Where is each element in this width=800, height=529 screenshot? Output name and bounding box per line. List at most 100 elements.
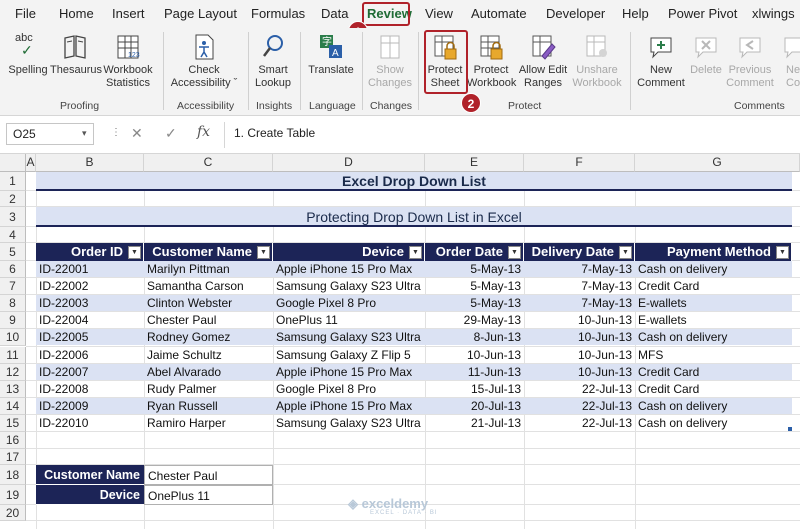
row-header-4[interactable]: 4 — [0, 226, 26, 243]
thesaurus-button[interactable]: Thesaurus — [50, 32, 102, 77]
row-header-15[interactable]: 15 — [0, 414, 26, 432]
tab-view[interactable]: View — [425, 6, 453, 21]
table-cell[interactable]: E-wallets — [635, 295, 792, 312]
table-cell[interactable]: 10-Jun-13 — [524, 329, 635, 346]
table-cell[interactable]: Rodney Gomez — [144, 329, 273, 346]
tab-developer[interactable]: Developer — [546, 6, 605, 21]
column-header-a[interactable]: A — [26, 154, 36, 172]
workbook-statistics-button[interactable]: 123 Workbook Statistics — [100, 32, 156, 90]
table-cell[interactable]: Ryan Russell — [144, 398, 273, 415]
allow-edit-ranges-button[interactable]: Allow Edit Ranges — [515, 32, 571, 90]
table-cell[interactable]: 10-Jun-13 — [524, 312, 635, 329]
table-cell[interactable]: 10-Jun-13 — [425, 347, 524, 364]
table-cell[interactable]: OnePlus 11 — [273, 312, 425, 329]
table-cell[interactable]: 21-Jul-13 — [425, 415, 524, 432]
table-cell[interactable]: ID-22010 — [36, 415, 144, 432]
table-cell[interactable]: Credit Card — [635, 381, 792, 398]
spelling-button[interactable]: abc ✓ Spelling — [6, 32, 50, 77]
table-cell[interactable]: ID-22005 — [36, 329, 144, 346]
insert-function-icon[interactable]: fx — [197, 124, 210, 140]
table-cell[interactable]: ID-22007 — [36, 364, 144, 381]
name-box[interactable]: O25 — [6, 123, 94, 145]
table-cell[interactable]: MFS — [635, 347, 792, 364]
row-header-13[interactable]: 13 — [0, 380, 26, 398]
lookup-value-dropdown[interactable]: Chester Paul — [144, 465, 273, 485]
unshare-workbook-button[interactable]: Unshare Workbook — [570, 32, 624, 90]
lookup-value-dropdown[interactable]: OnePlus 11 — [144, 485, 273, 505]
table-cell[interactable]: ID-22004 — [36, 312, 144, 329]
filter-dropdown-icon[interactable]: ▼ — [257, 246, 270, 259]
tab-data[interactable]: Data — [321, 6, 348, 21]
row-header-9[interactable]: 9 — [0, 312, 26, 330]
table-cell[interactable]: Marilyn Pittman — [144, 261, 273, 278]
row-header-11[interactable]: 11 — [0, 346, 26, 364]
row-header-18[interactable]: 18 — [0, 465, 26, 485]
row-header-20[interactable]: 20 — [0, 505, 26, 521]
table-cell[interactable]: Google Pixel 8 Pro — [273, 381, 425, 398]
tab-home[interactable]: Home — [59, 6, 94, 21]
formula-input[interactable]: 1. Create Table — [234, 126, 315, 140]
table-header-customer-name[interactable]: Customer Name — [144, 243, 273, 261]
table-cell[interactable]: Samsung Galaxy S23 Ultra — [273, 278, 425, 295]
row-header-19[interactable]: 19 — [0, 485, 26, 505]
row-header-7[interactable]: 7 — [0, 278, 26, 296]
row-header-12[interactable]: 12 — [0, 363, 26, 381]
row-header-16[interactable]: 16 — [0, 432, 26, 449]
table-resize-handle[interactable] — [788, 427, 792, 431]
table-cell[interactable]: Samsung Galaxy S23 Ultra — [273, 329, 425, 346]
table-cell[interactable]: 7-May-13 — [524, 295, 635, 312]
table-cell[interactable]: ID-22001 — [36, 261, 144, 278]
row-header-8[interactable]: 8 — [0, 295, 26, 313]
table-cell[interactable]: 10-Jun-13 — [524, 347, 635, 364]
table-cell[interactable]: Samantha Carson — [144, 278, 273, 295]
column-header-b[interactable]: B — [36, 154, 144, 172]
table-cell[interactable]: 15-Jul-13 — [425, 381, 524, 398]
table-cell[interactable]: ID-22002 — [36, 278, 144, 295]
table-cell[interactable]: 10-Jun-13 — [524, 364, 635, 381]
table-cell[interactable]: 8-Jun-13 — [425, 329, 524, 346]
filter-dropdown-icon[interactable]: ▼ — [776, 246, 789, 259]
new-comment-button[interactable]: New Comment — [634, 32, 688, 90]
smart-lookup-button[interactable]: Smart Lookup — [251, 32, 295, 90]
filter-dropdown-icon[interactable]: ▼ — [409, 246, 422, 259]
row-header-1[interactable]: 1 — [0, 172, 26, 191]
cancel-icon[interactable]: ✕ — [131, 125, 143, 142]
filter-dropdown-icon[interactable]: ▼ — [619, 246, 632, 259]
table-cell[interactable]: 5-May-13 — [425, 295, 524, 312]
delete-comment-button[interactable]: Delete — [688, 32, 724, 77]
next-comment-button[interactable]: Ne Co — [778, 32, 800, 90]
tab-insert[interactable]: Insert — [112, 6, 145, 21]
table-cell[interactable]: 22-Jul-13 — [524, 381, 635, 398]
table-cell[interactable]: 5-May-13 — [425, 261, 524, 278]
column-header-d[interactable]: D — [273, 154, 425, 172]
table-cell[interactable]: Cash on delivery — [635, 398, 792, 415]
formula-bar-grip-icon[interactable]: ⋮ — [111, 127, 121, 138]
table-cell[interactable]: 7-May-13 — [524, 261, 635, 278]
table-cell[interactable]: Apple iPhone 15 Pro Max — [273, 261, 425, 278]
table-header-device[interactable]: Device — [273, 243, 425, 261]
table-cell[interactable]: 5-May-13 — [425, 278, 524, 295]
table-cell[interactable]: ID-22003 — [36, 295, 144, 312]
table-cell[interactable]: Cash on delivery — [635, 329, 792, 346]
table-cell[interactable]: 22-Jul-13 — [524, 398, 635, 415]
show-changes-button[interactable]: Show Changes — [366, 32, 414, 90]
tab-page-layout[interactable]: Page Layout — [164, 6, 237, 21]
tab-power-pivot[interactable]: Power Pivot — [668, 6, 737, 21]
check-accessibility-button[interactable]: Check Accessibility ˇ — [165, 32, 243, 90]
table-cell[interactable]: Apple iPhone 15 Pro Max — [273, 364, 425, 381]
table-cell[interactable]: Chester Paul — [144, 312, 273, 329]
enter-icon[interactable]: ✓ — [165, 125, 177, 142]
name-box-dropdown-icon[interactable]: ▾ — [82, 128, 87, 139]
row-header-14[interactable]: 14 — [0, 397, 26, 415]
filter-dropdown-icon[interactable]: ▼ — [508, 246, 521, 259]
row-header-10[interactable]: 10 — [0, 329, 26, 347]
row-header-5[interactable]: 5 — [0, 243, 26, 261]
table-cell[interactable]: Cash on delivery — [635, 415, 792, 432]
select-all-corner[interactable] — [0, 154, 26, 172]
tab-xlwings[interactable]: xlwings — [752, 6, 795, 21]
table-cell[interactable]: 22-Jul-13 — [524, 415, 635, 432]
table-cell[interactable]: Jaime Schultz — [144, 347, 273, 364]
table-cell[interactable]: Rudy Palmer — [144, 381, 273, 398]
table-cell[interactable]: Clinton Webster — [144, 295, 273, 312]
filter-dropdown-icon[interactable]: ▼ — [128, 246, 141, 259]
